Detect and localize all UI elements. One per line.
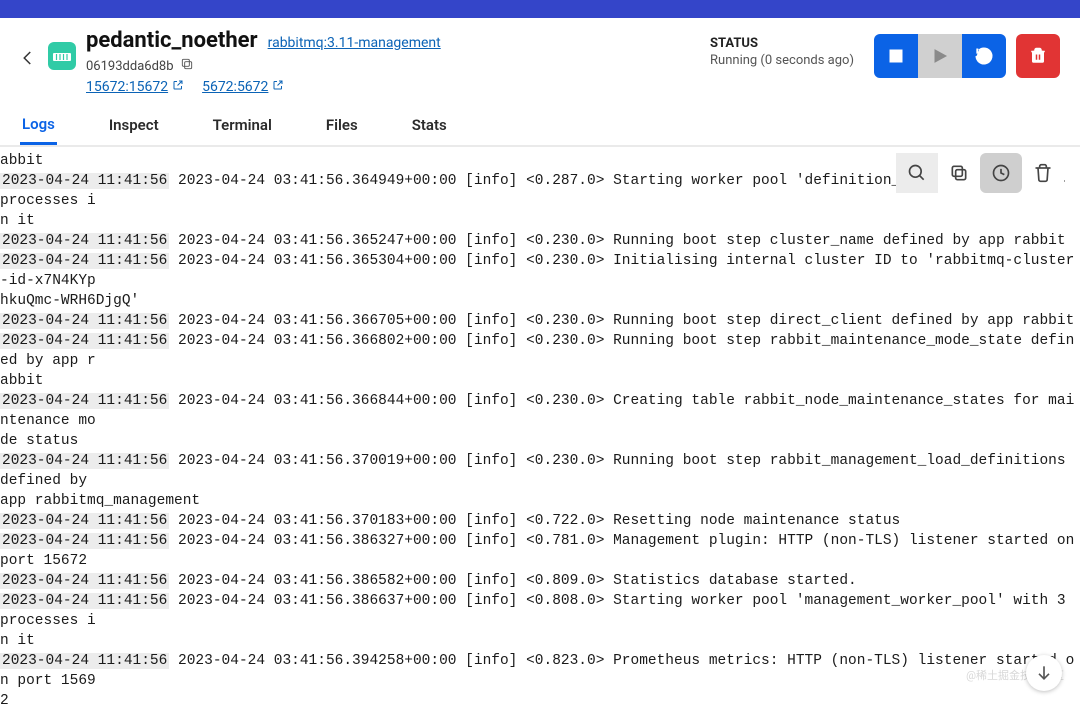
stop-button[interactable] <box>874 34 918 78</box>
delete-button[interactable] <box>1016 34 1060 78</box>
log-clear-button[interactable] <box>1022 153 1064 193</box>
log-line-text: 2023-04-24 03:41:56.386582+00:00 [info] … <box>169 573 856 589</box>
log-toggle-timestamps-button[interactable] <box>980 153 1022 193</box>
logs-output[interactable]: abbit 2023-04-24 11:41:56 2023-04-24 03:… <box>0 147 1080 707</box>
external-link-icon <box>172 79 184 95</box>
log-line-text: 2023-04-24 03:41:56.365247+00:00 [info] … <box>169 233 1065 249</box>
browser-address-bar-remnant <box>0 0 1080 18</box>
scroll-to-bottom-button[interactable] <box>1026 655 1062 691</box>
log-line-text: 2023-04-24 03:41:56.370183+00:00 [info] … <box>169 513 900 529</box>
log-copy-button[interactable] <box>938 153 980 193</box>
tab-label: Files <box>326 116 358 134</box>
container-name: pedantic_noether <box>86 28 258 53</box>
log-timestamp: 2023-04-24 11:41:56 <box>0 453 169 469</box>
restart-icon <box>974 46 994 66</box>
chevron-left-icon <box>19 49 37 67</box>
tab-label: Stats <box>412 116 447 134</box>
tab-stats[interactable]: Stats <box>410 105 449 145</box>
stop-icon <box>888 48 904 64</box>
log-line-text: abbit <box>0 153 44 169</box>
start-button[interactable] <box>918 34 962 78</box>
search-icon <box>907 163 927 183</box>
log-line-text: 2023-04-24 03:41:56.366705+00:00 [info] … <box>169 313 1074 329</box>
copy-icon <box>949 163 969 183</box>
tab-inspect[interactable]: Inspect <box>107 105 161 145</box>
log-line-text: n it <box>0 633 35 649</box>
log-timestamp: 2023-04-24 11:41:56 <box>0 593 169 609</box>
log-line-text: n it <box>0 213 35 229</box>
back-button[interactable] <box>14 44 42 72</box>
container-icon <box>48 42 76 70</box>
log-timestamp: 2023-04-24 11:41:56 <box>0 333 169 349</box>
port-link-label: 5672:5672 <box>202 79 268 95</box>
image-link[interactable]: rabbitmq:3.11-management <box>268 35 441 51</box>
arrow-down-icon <box>1034 663 1054 683</box>
log-timestamp: 2023-04-24 11:41:56 <box>0 253 169 269</box>
container-box-icon <box>53 50 71 62</box>
log-line-text: 2 <box>0 693 9 707</box>
status-value: Running (0 seconds ago) <box>710 53 854 68</box>
log-timestamp: 2023-04-24 11:41:56 <box>0 233 169 249</box>
log-timestamp: 2023-04-24 11:41:56 <box>0 313 169 329</box>
port-link-label: 15672:15672 <box>86 79 168 95</box>
logs-panel: abbit 2023-04-24 11:41:56 2023-04-24 03:… <box>0 147 1080 707</box>
tab-logs[interactable]: Logs <box>20 105 57 145</box>
log-line-text: app rabbitmq_management <box>0 493 200 509</box>
log-line-text: hkuQmc-WRH6DjgQ' <box>0 293 139 309</box>
log-timestamp: 2023-04-24 11:41:56 <box>0 173 169 189</box>
log-timestamp: 2023-04-24 11:41:56 <box>0 653 169 669</box>
tab-label: Terminal <box>213 116 272 134</box>
log-tools <box>896 153 1064 193</box>
run-controls-group <box>874 34 1006 78</box>
trash-icon <box>1033 163 1053 183</box>
tabs-row: Logs Inspect Terminal Files Stats <box>0 105 1080 147</box>
clock-icon <box>991 163 1011 183</box>
tab-label: Logs <box>22 115 55 133</box>
log-line-text: de status <box>0 433 78 449</box>
tab-terminal[interactable]: Terminal <box>211 105 274 145</box>
trash-icon <box>1029 47 1047 65</box>
tab-label: Inspect <box>109 116 159 134</box>
port-link-1[interactable]: 5672:5672 <box>202 79 284 95</box>
log-line-text: abbit <box>0 373 44 389</box>
log-timestamp: 2023-04-24 11:41:56 <box>0 393 169 409</box>
status-block: STATUS Running (0 seconds ago) <box>710 36 854 68</box>
log-timestamp: 2023-04-24 11:41:56 <box>0 573 169 589</box>
tab-files[interactable]: Files <box>324 105 360 145</box>
log-timestamp: 2023-04-24 11:41:56 <box>0 513 169 529</box>
copy-icon <box>180 57 194 71</box>
log-search-button[interactable] <box>896 153 938 193</box>
play-icon <box>932 48 948 64</box>
copy-id-button[interactable] <box>180 57 194 75</box>
container-id: 06193dda6d8b <box>86 59 174 74</box>
log-timestamp: 2023-04-24 11:41:56 <box>0 533 169 549</box>
container-header: pedantic_noether rabbitmq:3.11-managemen… <box>0 18 1080 95</box>
port-link-0[interactable]: 15672:15672 <box>86 79 184 95</box>
external-link-icon <box>272 79 284 95</box>
status-label: STATUS <box>710 36 854 51</box>
restart-button[interactable] <box>962 34 1006 78</box>
